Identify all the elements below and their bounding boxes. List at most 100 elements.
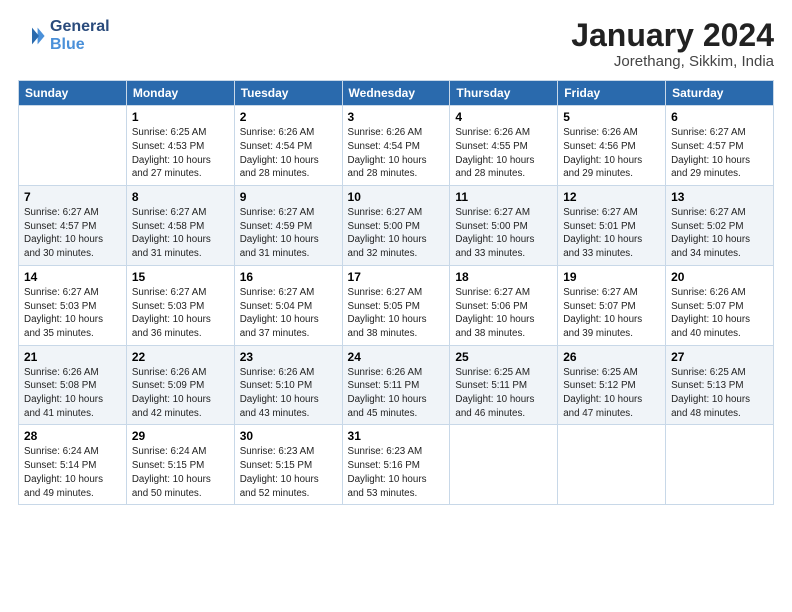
calendar-cell: 16 Sunrise: 6:27 AM Sunset: 5:04 PM Dayli… (234, 265, 342, 345)
calendar-cell: 2Sunrise: 6:26 AM Sunset: 4:54 PM Daylig… (234, 106, 342, 186)
calendar-cell: 15 Sunrise: 6:27 AM Sunset: 5:03 PM Dayli… (126, 265, 234, 345)
day-number: 11 (455, 190, 552, 204)
day-number: 29 (132, 429, 229, 443)
calendar-cell: 31 Sunrise: 6:23 AM Sunset: 5:16 PM Dayli… (342, 425, 450, 505)
calendar-cell: 7 Sunrise: 6:27 AM Sunset: 4:57 PM Daylig… (19, 186, 127, 266)
day-info: Sunrise: 6:24 AM Sunset: 5:14 PM Dayligh… (24, 445, 121, 500)
week-row-0: 1 Sunrise: 6:25 AM Sunset: 4:53 PM Daylig… (19, 106, 774, 186)
day-info: Sunrise: 6:26 AM Sunset: 5:10 PM Dayligh… (240, 366, 337, 421)
day-info: Sunrise: 6:25 AM Sunset: 5:13 PM Dayligh… (671, 366, 768, 421)
logo: General Blue (18, 18, 110, 53)
day-number: 1 (132, 110, 229, 124)
calendar-cell (19, 106, 127, 186)
day-info: Sunrise: 6:26 AM Sunset: 4:54 PM Dayligh… (348, 126, 445, 181)
day-number: 19 (563, 270, 660, 284)
day-number: 4 (455, 110, 552, 124)
day-info: Sunrise: 6:26 AM Sunset: 5:09 PM Dayligh… (132, 366, 229, 421)
calendar-cell (558, 425, 666, 505)
day-info: Sunrise: 6:27 AM Sunset: 5:03 PM Dayligh… (132, 286, 229, 341)
calendar-cell: 28Sunrise: 6:24 AM Sunset: 5:14 PM Dayli… (19, 425, 127, 505)
col-thursday: Thursday (450, 81, 558, 106)
week-row-2: 14 Sunrise: 6:27 AM Sunset: 5:03 PM Dayli… (19, 265, 774, 345)
day-number: 10 (348, 190, 445, 204)
col-sunday: Sunday (19, 81, 127, 106)
day-number: 18 (455, 270, 552, 284)
day-info: Sunrise: 6:27 AM Sunset: 5:02 PM Dayligh… (671, 206, 768, 261)
calendar-cell: 24 Sunrise: 6:26 AM Sunset: 5:11 PM Dayli… (342, 345, 450, 425)
col-saturday: Saturday (666, 81, 774, 106)
day-info: Sunrise: 6:27 AM Sunset: 5:03 PM Dayligh… (24, 286, 121, 341)
day-info: Sunrise: 6:27 AM Sunset: 5:04 PM Dayligh… (240, 286, 337, 341)
calendar-cell: 19 Sunrise: 6:27 AM Sunset: 5:07 PM Dayli… (558, 265, 666, 345)
day-info: Sunrise: 6:24 AM Sunset: 5:15 PM Dayligh… (132, 445, 229, 500)
day-number: 17 (348, 270, 445, 284)
day-number: 30 (240, 429, 337, 443)
location: Jorethang, Sikkim, India (571, 53, 774, 70)
calendar-cell: 29 Sunrise: 6:24 AM Sunset: 5:15 PM Dayli… (126, 425, 234, 505)
calendar-cell: 3 Sunrise: 6:26 AM Sunset: 4:54 PM Daylig… (342, 106, 450, 186)
calendar-cell: 5Sunrise: 6:26 AM Sunset: 4:56 PM Daylig… (558, 106, 666, 186)
day-number: 24 (348, 350, 445, 364)
col-friday: Friday (558, 81, 666, 106)
calendar-cell: 14 Sunrise: 6:27 AM Sunset: 5:03 PM Dayli… (19, 265, 127, 345)
calendar-cell: 1 Sunrise: 6:25 AM Sunset: 4:53 PM Daylig… (126, 106, 234, 186)
calendar-cell: 6 Sunrise: 6:27 AM Sunset: 4:57 PM Daylig… (666, 106, 774, 186)
calendar-cell: 30Sunrise: 6:23 AM Sunset: 5:15 PM Dayli… (234, 425, 342, 505)
day-number: 22 (132, 350, 229, 364)
calendar-cell: 13Sunrise: 6:27 AM Sunset: 5:02 PM Dayli… (666, 186, 774, 266)
header: General Blue January 2024 Jorethang, Sik… (18, 18, 774, 70)
day-number: 27 (671, 350, 768, 364)
col-wednesday: Wednesday (342, 81, 450, 106)
day-info: Sunrise: 6:26 AM Sunset: 5:07 PM Dayligh… (671, 286, 768, 341)
day-info: Sunrise: 6:27 AM Sunset: 4:58 PM Dayligh… (132, 206, 229, 261)
day-number: 26 (563, 350, 660, 364)
day-number: 15 (132, 270, 229, 284)
calendar-cell: 20 Sunrise: 6:26 AM Sunset: 5:07 PM Dayli… (666, 265, 774, 345)
col-tuesday: Tuesday (234, 81, 342, 106)
calendar-cell: 12 Sunrise: 6:27 AM Sunset: 5:01 PM Dayli… (558, 186, 666, 266)
calendar-cell: 22 Sunrise: 6:26 AM Sunset: 5:09 PM Dayli… (126, 345, 234, 425)
day-number: 16 (240, 270, 337, 284)
day-number: 8 (132, 190, 229, 204)
day-info: Sunrise: 6:27 AM Sunset: 4:59 PM Dayligh… (240, 206, 337, 261)
day-info: Sunrise: 6:27 AM Sunset: 4:57 PM Dayligh… (671, 126, 768, 181)
day-number: 14 (24, 270, 121, 284)
calendar-cell: 25Sunrise: 6:25 AM Sunset: 5:11 PM Dayli… (450, 345, 558, 425)
day-info: Sunrise: 6:27 AM Sunset: 5:00 PM Dayligh… (455, 206, 552, 261)
calendar-cell: 27 Sunrise: 6:25 AM Sunset: 5:13 PM Dayli… (666, 345, 774, 425)
day-info: Sunrise: 6:23 AM Sunset: 5:16 PM Dayligh… (348, 445, 445, 500)
calendar-cell: 18Sunrise: 6:27 AM Sunset: 5:06 PM Dayli… (450, 265, 558, 345)
title-block: January 2024 Jorethang, Sikkim, India (571, 18, 774, 70)
day-number: 31 (348, 429, 445, 443)
logo-text-blue: Blue (50, 36, 110, 54)
month-title: January 2024 (571, 18, 774, 53)
col-monday: Monday (126, 81, 234, 106)
day-info: Sunrise: 6:25 AM Sunset: 4:53 PM Dayligh… (132, 126, 229, 181)
calendar-table: Sunday Monday Tuesday Wednesday Thursday… (18, 80, 774, 505)
day-info: Sunrise: 6:27 AM Sunset: 4:57 PM Dayligh… (24, 206, 121, 261)
day-info: Sunrise: 6:27 AM Sunset: 5:00 PM Dayligh… (348, 206, 445, 261)
calendar-cell: 4Sunrise: 6:26 AM Sunset: 4:55 PM Daylig… (450, 106, 558, 186)
day-number: 7 (24, 190, 121, 204)
day-number: 23 (240, 350, 337, 364)
day-number: 20 (671, 270, 768, 284)
day-info: Sunrise: 6:27 AM Sunset: 5:01 PM Dayligh… (563, 206, 660, 261)
day-number: 6 (671, 110, 768, 124)
day-info: Sunrise: 6:27 AM Sunset: 5:07 PM Dayligh… (563, 286, 660, 341)
week-row-1: 7 Sunrise: 6:27 AM Sunset: 4:57 PM Daylig… (19, 186, 774, 266)
page: General Blue January 2024 Jorethang, Sik… (0, 0, 792, 612)
calendar-cell: 23 Sunrise: 6:26 AM Sunset: 5:10 PM Dayli… (234, 345, 342, 425)
day-number: 5 (563, 110, 660, 124)
day-number: 3 (348, 110, 445, 124)
day-number: 12 (563, 190, 660, 204)
calendar-cell (450, 425, 558, 505)
calendar-cell (666, 425, 774, 505)
calendar-cell: 11 Sunrise: 6:27 AM Sunset: 5:00 PM Dayli… (450, 186, 558, 266)
day-info: Sunrise: 6:25 AM Sunset: 5:11 PM Dayligh… (455, 366, 552, 421)
day-info: Sunrise: 6:25 AM Sunset: 5:12 PM Dayligh… (563, 366, 660, 421)
header-row: Sunday Monday Tuesday Wednesday Thursday… (19, 81, 774, 106)
calendar-cell: 8 Sunrise: 6:27 AM Sunset: 4:58 PM Daylig… (126, 186, 234, 266)
week-row-3: 21Sunrise: 6:26 AM Sunset: 5:08 PM Dayli… (19, 345, 774, 425)
day-info: Sunrise: 6:26 AM Sunset: 5:11 PM Dayligh… (348, 366, 445, 421)
day-number: 2 (240, 110, 337, 124)
